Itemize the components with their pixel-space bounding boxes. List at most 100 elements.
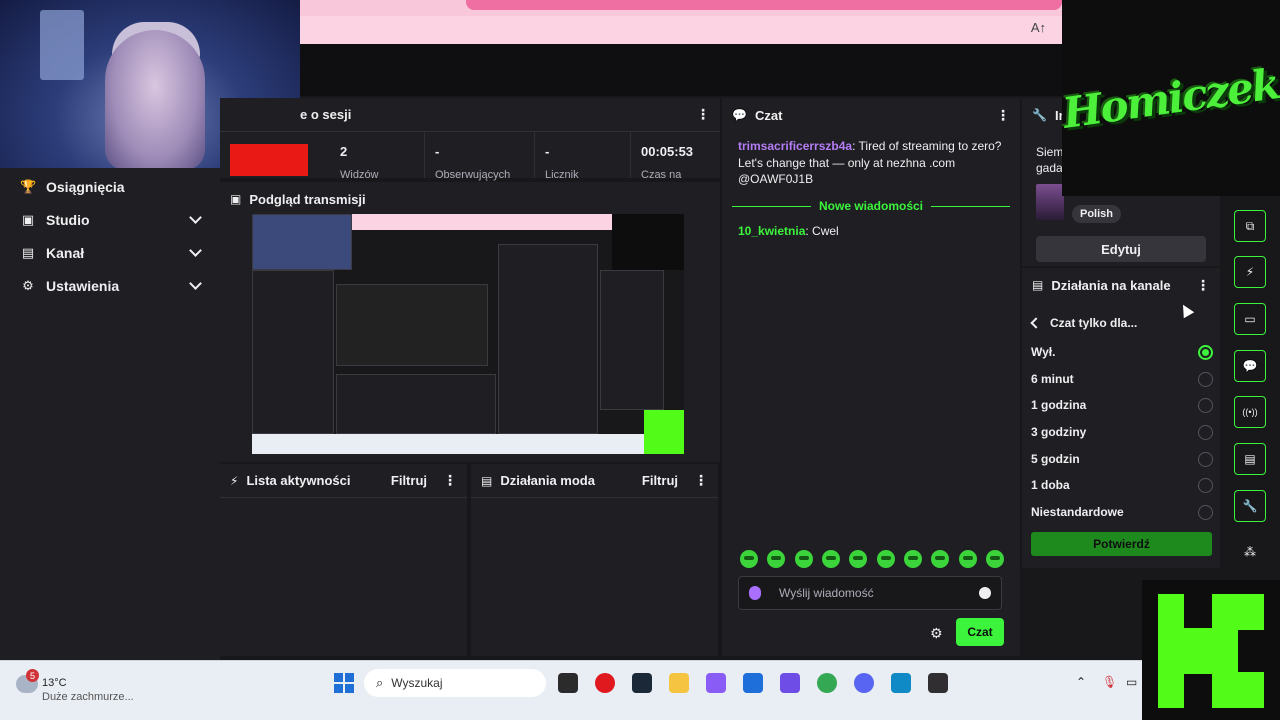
share-icon[interactable]: ⁂ xyxy=(1234,536,1266,568)
notification-badge: 5 xyxy=(26,669,39,682)
stat-viewers: 2 Widzów xyxy=(330,132,434,181)
display-icon[interactable]: ▭ xyxy=(1126,675,1137,689)
task-view-icon[interactable] xyxy=(558,673,578,693)
layout-icon[interactable]: ▤ xyxy=(1234,443,1266,475)
weather-widget[interactable]: 5 13°C Duże zachmurze... xyxy=(16,669,146,709)
radio-button[interactable] xyxy=(1198,504,1213,520)
tray-chevron-icon[interactable]: ⌃ xyxy=(1076,675,1086,689)
live-badge: Kwa xyxy=(230,144,308,176)
notes-icon[interactable]: ▭ xyxy=(1234,303,1266,335)
session-info-header: e o sesji ⋮ xyxy=(220,98,720,132)
radio-button[interactable] xyxy=(1198,344,1213,360)
option-6-minutes[interactable]: 6 minut xyxy=(1031,366,1213,392)
edge-icon[interactable] xyxy=(891,673,911,693)
radio-button[interactable] xyxy=(1198,371,1213,387)
mod-filter-button[interactable]: Filtruj xyxy=(642,473,678,488)
option-custom[interactable]: Niestandardowe xyxy=(1031,499,1213,525)
stream-preview-video[interactable] xyxy=(252,214,684,454)
chat-username[interactable]: trimsacrificerrszb4a xyxy=(738,139,852,153)
option-1-day[interactable]: 1 doba xyxy=(1031,472,1213,498)
chat-more-icon[interactable]: ⋮ xyxy=(996,107,1010,124)
browser-tab[interactable] xyxy=(466,0,1062,10)
option-label: 3 godziny xyxy=(1031,425,1087,439)
chat-input[interactable]: Wyślij wiadomość xyxy=(738,576,1002,610)
search-icon: ⌕ xyxy=(376,675,384,690)
translate-icon[interactable]: A↑ xyxy=(1031,20,1046,35)
radio-button[interactable] xyxy=(1198,451,1213,467)
chat-text: Cwel xyxy=(812,224,839,238)
emote-icon[interactable] xyxy=(849,550,868,568)
windows-start-icon[interactable] xyxy=(334,673,354,693)
radio-button[interactable] xyxy=(1198,397,1213,413)
sidebar-item-channel[interactable]: ▤ Kanał xyxy=(0,238,220,268)
trophy-icon: 🏆 xyxy=(20,179,37,194)
microphone-icon[interactable] xyxy=(749,586,761,600)
stat-value: - xyxy=(435,144,440,159)
obs-icon[interactable] xyxy=(928,673,948,693)
file-explorer-icon[interactable] xyxy=(669,673,689,693)
broadcast-icon[interactable]: ((•)) xyxy=(1234,396,1266,428)
option-label: 1 doba xyxy=(1031,478,1070,492)
wrench-icon[interactable]: 🔧 xyxy=(1234,490,1266,522)
chat-bubble-icon[interactable]: 💬 xyxy=(1234,350,1266,382)
weather-condition: Duże zachmurze... xyxy=(42,691,134,703)
studio-icon: ▣ xyxy=(21,212,35,227)
option-1-hour[interactable]: 1 godzina xyxy=(1031,392,1213,418)
edit-button[interactable]: Edytuj xyxy=(1036,236,1206,262)
discord-icon[interactable] xyxy=(854,673,874,693)
kick-logo xyxy=(1142,580,1280,720)
chat-settings-icon[interactable]: ⚙ xyxy=(930,625,943,642)
emote-icon[interactable] xyxy=(740,550,758,568)
language-tag: Polish xyxy=(1072,205,1122,223)
activity-more-icon[interactable]: ⋮ xyxy=(443,472,457,489)
emote-icon[interactable] xyxy=(958,550,977,568)
chat-username[interactable]: 10_kwietnia xyxy=(738,224,805,238)
weather-temperature: 13°C xyxy=(42,677,67,689)
emote-icon[interactable] xyxy=(985,550,1004,568)
emote-icon[interactable] xyxy=(767,550,786,568)
copilot-icon[interactable] xyxy=(706,673,726,693)
sidebar-item-studio[interactable]: ▣ Studio xyxy=(0,205,220,235)
sidebar-item-achievements[interactable]: 🏆 Osiągnięcia xyxy=(0,172,220,202)
opera-icon[interactable] xyxy=(595,673,615,693)
back-button[interactable]: Czat tylko dla... xyxy=(1030,316,1137,330)
activity-filter-button[interactable]: Filtruj xyxy=(391,473,427,488)
option-5-hours[interactable]: 5 godzin xyxy=(1031,446,1213,472)
radio-button[interactable] xyxy=(1198,424,1213,440)
emote-icon[interactable] xyxy=(821,550,840,568)
channel-actions-more-icon[interactable]: ⋮ xyxy=(1196,277,1210,294)
app-icon[interactable] xyxy=(780,673,800,693)
sidebar-item-label: Studio xyxy=(46,212,90,228)
emote-icon[interactable] xyxy=(931,550,950,568)
microphone-icon[interactable]: 🎙 xyxy=(1102,675,1117,689)
steam-icon[interactable] xyxy=(632,673,652,693)
chevron-down-icon[interactable] xyxy=(189,244,202,257)
bolt-icon[interactable]: ⚡ xyxy=(1234,256,1266,288)
store-icon[interactable] xyxy=(743,673,763,693)
sidebar-item-settings[interactable]: ⚙ Ustawienia xyxy=(0,271,220,301)
chat-send-button[interactable]: Czat xyxy=(956,618,1004,646)
gear-icon: ⚙ xyxy=(22,278,34,293)
emote-icon[interactable] xyxy=(876,550,895,568)
clip-icon[interactable]: ⧉ xyxy=(1234,210,1266,242)
emote-icon[interactable] xyxy=(794,550,813,568)
mod-more-icon[interactable]: ⋮ xyxy=(694,472,708,489)
emoji-icon[interactable] xyxy=(979,587,991,599)
radio-button[interactable] xyxy=(1198,477,1213,493)
preview-browser-bar xyxy=(352,214,612,230)
channel-icon: ▤ xyxy=(21,245,35,260)
chevron-down-icon[interactable] xyxy=(189,277,202,290)
stat-label: Licznik xyxy=(545,169,579,181)
chat-title: Czat xyxy=(754,107,783,123)
option-3-hours[interactable]: 3 godziny xyxy=(1031,419,1213,445)
channel-actions-header: ▤ Działania na kanale ⋮ xyxy=(1022,268,1220,302)
chrome-icon[interactable] xyxy=(817,673,837,693)
taskbar-search-input[interactable]: ⌕ Wyszukaj xyxy=(364,669,546,697)
confirm-button[interactable]: Potwierdź xyxy=(1031,532,1212,556)
emote-icon[interactable] xyxy=(903,550,922,568)
option-label: Wył. xyxy=(1031,345,1056,359)
session-more-icon[interactable]: ⋮ xyxy=(696,106,710,123)
sidebar-item-label: Kanał xyxy=(46,245,85,261)
chevron-down-icon[interactable] xyxy=(189,211,202,224)
option-off[interactable]: Wył. xyxy=(1031,339,1213,365)
